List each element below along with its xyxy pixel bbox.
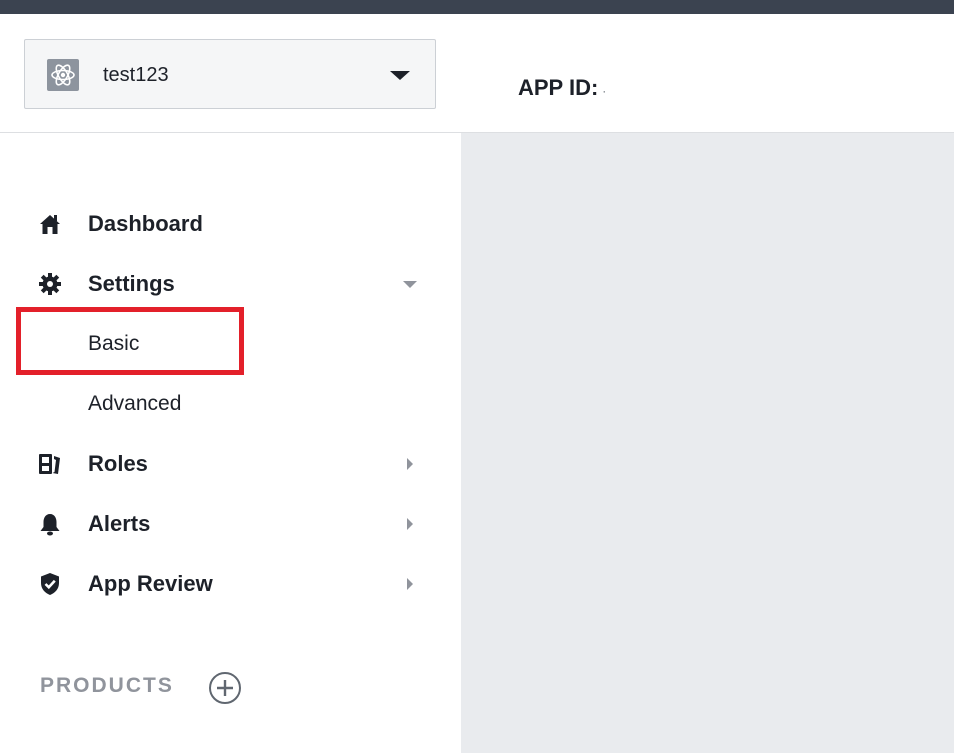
chevron-right-icon bbox=[407, 458, 413, 470]
sidebar-item-label: Alerts bbox=[88, 511, 151, 536]
add-product-button[interactable] bbox=[208, 671, 242, 705]
sidebar-item-roles[interactable]: Roles bbox=[0, 441, 461, 487]
top-bar bbox=[0, 0, 954, 14]
bell-icon bbox=[38, 512, 62, 536]
sidebar: Dashboard Settings Basic Advanced Roles … bbox=[0, 133, 461, 753]
chevron-right-icon bbox=[407, 518, 413, 530]
chevron-down-icon bbox=[403, 281, 417, 288]
app-id-label: APP ID: bbox=[518, 75, 599, 100]
chevron-right-icon bbox=[407, 578, 413, 590]
roles-icon bbox=[38, 452, 62, 476]
shield-check-icon bbox=[38, 572, 62, 596]
app-name: test123 bbox=[103, 64, 169, 86]
app-id-value: · bbox=[602, 84, 607, 98]
sidebar-item-app-review[interactable]: App Review bbox=[0, 561, 461, 607]
sidebar-item-label: App Review bbox=[88, 571, 213, 596]
app-id: APP ID: · bbox=[518, 28, 606, 146]
main-content bbox=[461, 133, 954, 753]
products-section-label: PRODUCTS bbox=[40, 674, 174, 697]
plus-circle-icon bbox=[209, 672, 241, 704]
caret-down-icon bbox=[390, 71, 410, 80]
app-selector-dropdown[interactable]: test123 bbox=[24, 39, 436, 109]
sidebar-subitem-advanced[interactable]: Advanced bbox=[0, 381, 461, 427]
sidebar-item-settings[interactable]: Settings bbox=[0, 261, 461, 307]
sidebar-item-dashboard[interactable]: Dashboard bbox=[0, 201, 461, 247]
sidebar-item-label: Roles bbox=[88, 451, 148, 476]
highlight-box bbox=[16, 307, 244, 375]
sidebar-item-label: Settings bbox=[88, 271, 175, 296]
sidebar-item-label: Dashboard bbox=[88, 211, 203, 236]
app-header: test123 APP ID: · bbox=[0, 14, 954, 133]
home-icon bbox=[38, 212, 62, 236]
gear-icon bbox=[38, 272, 62, 296]
sidebar-item-alerts[interactable]: Alerts bbox=[0, 501, 461, 547]
sidebar-subitem-label: Advanced bbox=[88, 392, 182, 415]
atom-icon bbox=[47, 59, 79, 91]
